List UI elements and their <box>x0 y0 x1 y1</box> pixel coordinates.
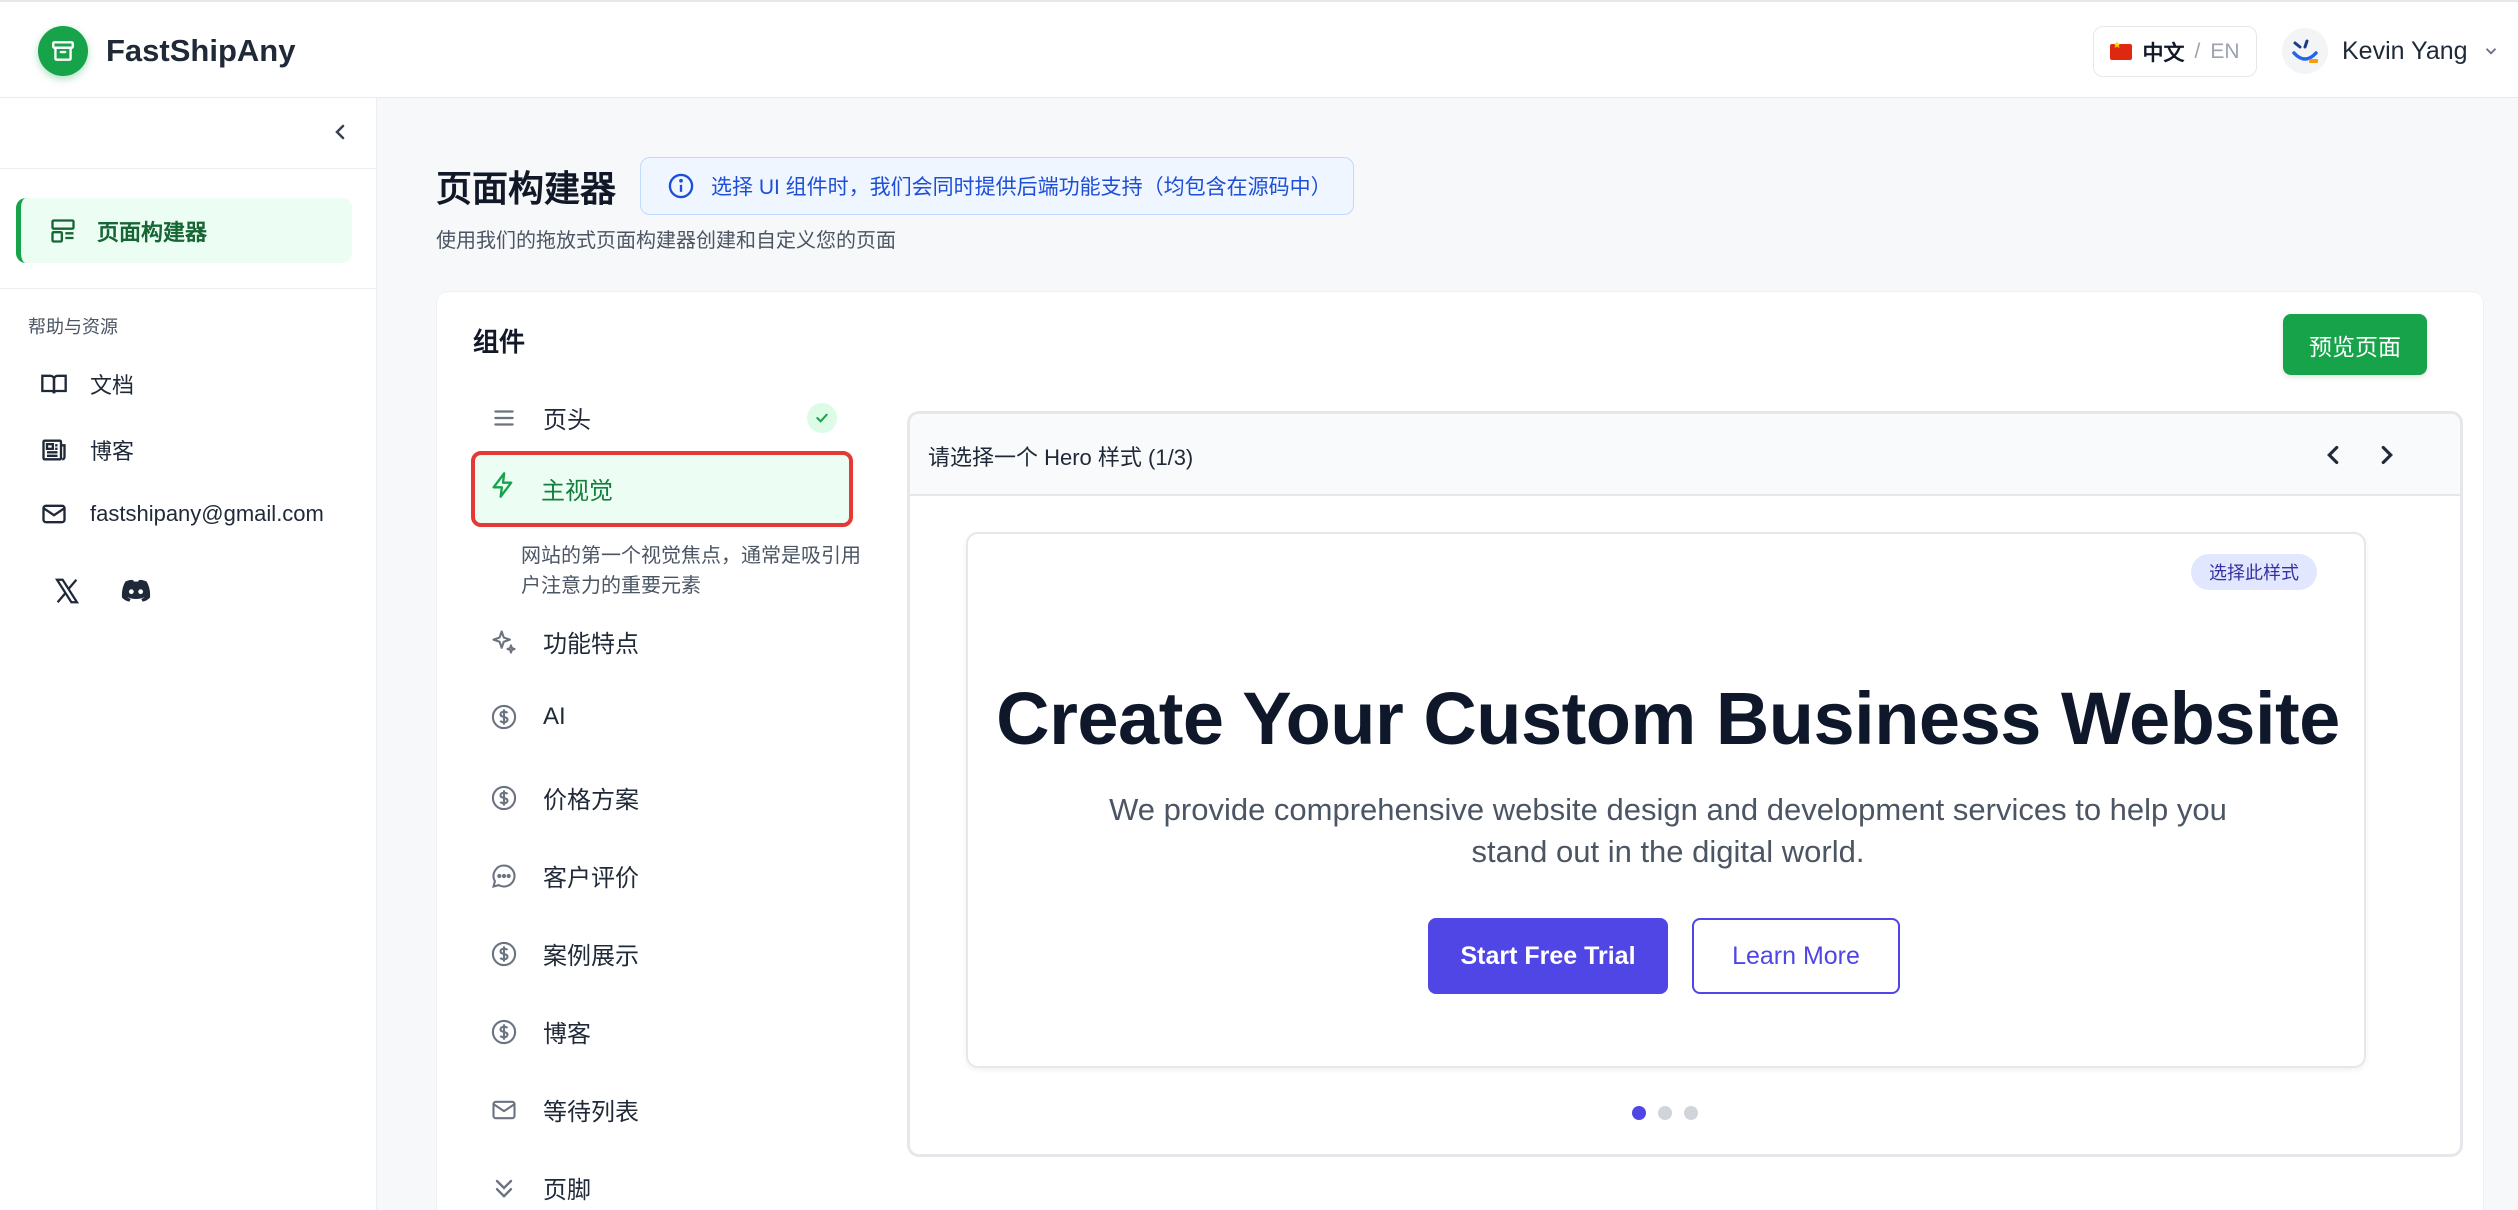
layout-icon <box>51 218 75 243</box>
component-label: 价格方案 <box>543 787 639 814</box>
component-label: 主视觉 <box>541 478 613 505</box>
sidebar-link-docs[interactable]: 文档 <box>40 368 134 400</box>
menu-icon <box>489 403 519 433</box>
hero-preview[interactable]: 选择此样式 Create Your Custom Business Websit… <box>966 532 2366 1068</box>
app-name: FastShipAny <box>106 33 296 68</box>
current-language: 中文 <box>2142 41 2185 65</box>
app-logo[interactable]: FastShipAny <box>38 26 295 76</box>
sidebar-divider <box>0 288 377 289</box>
components-title: 组件 <box>473 327 526 357</box>
start-free-trial-button[interactable]: Start Free Trial <box>1428 918 1668 994</box>
sidebar-link-label: fastshipany@gmail.com <box>90 501 324 526</box>
component-label: 页脚 <box>543 1177 591 1204</box>
sidebar-link-blog[interactable]: 博客 <box>40 434 134 466</box>
component-label: 等待列表 <box>543 1099 639 1126</box>
hero-title: Create Your Custom Business Website <box>996 677 2340 760</box>
dollar-circle-icon <box>489 1017 519 1047</box>
slide-indicators <box>1632 1106 1698 1120</box>
component-item-showcase[interactable]: 案例展示 <box>489 936 639 971</box>
sidebar: 页面构建器 帮助与资源 文档 博客 fastshipany@gmail.com <box>0 98 377 1210</box>
dollar-circle-icon <box>489 783 519 813</box>
component-item-features[interactable]: 功能特点 <box>489 624 639 659</box>
chevron-right-icon[interactable] <box>2372 440 2402 470</box>
sidebar-item-label: 页面构建器 <box>97 219 208 245</box>
dollar-circle-icon <box>489 939 519 969</box>
mail-icon <box>489 1095 519 1125</box>
viewer-header: 请选择一个 Hero 样式 (1/3) <box>910 414 2460 496</box>
language-switcher[interactable]: 中文 / EN <box>2093 26 2257 77</box>
user-menu[interactable]: Kevin Yang <box>2282 28 2500 74</box>
viewer-label: 请选择一个 Hero 样式 (1/3) <box>928 445 1194 470</box>
mail-icon <box>42 504 66 524</box>
component-label: 客户评价 <box>543 865 639 892</box>
component-item-pricing[interactable]: 价格方案 <box>489 780 639 815</box>
archive-box-icon <box>38 26 88 76</box>
preview-page-button[interactable]: 预览页面 <box>2283 314 2427 375</box>
component-item-waitlist[interactable]: 等待列表 <box>489 1092 639 1127</box>
book-icon <box>41 374 67 394</box>
chevron-down-icon <box>2485 48 2496 55</box>
slide-dot[interactable] <box>1684 1106 1698 1120</box>
info-banner: 选择 UI 组件时，我们会同时提供后端功能支持（均包含在源码中） <box>640 157 1354 215</box>
language-separator: / <box>2194 39 2201 63</box>
sparkles-icon <box>489 627 519 657</box>
component-item-hero[interactable]: 主视觉 <box>471 451 853 527</box>
component-label: 案例展示 <box>543 943 639 970</box>
slide-dot[interactable] <box>1658 1106 1672 1120</box>
sidebar-section-title: 帮助与资源 <box>28 317 118 337</box>
components-card: 组件 预览页面 页头 主视觉 网站的第一个视觉焦点，通常是吸引用户注意力的重要元… <box>436 291 2484 1210</box>
top-header: FastShipAny 中文 / EN Kevin Yang <box>0 0 2518 98</box>
slide-dot[interactable] <box>1632 1106 1646 1120</box>
component-item-header[interactable]: 页头 <box>489 400 591 435</box>
china-flag-icon <box>2110 40 2133 60</box>
component-item-testimonials[interactable]: 客户评价 <box>489 858 639 893</box>
sidebar-divider <box>0 168 377 169</box>
learn-more-button[interactable]: Learn More <box>1692 918 1900 994</box>
select-style-badge[interactable]: 选择此样式 <box>2191 554 2317 590</box>
sidebar-item-page-builder[interactable]: 页面构建器 <box>16 198 352 263</box>
info-banner-text: 选择 UI 组件时，我们会同时提供后端功能支持（均包含在源码中） <box>711 176 1332 199</box>
info-icon <box>668 173 694 199</box>
x-icon[interactable] <box>52 576 82 606</box>
chevron-left-icon[interactable] <box>2318 440 2348 470</box>
hero-subtitle: We provide comprehensive website design … <box>1109 792 2227 869</box>
dollar-circle-icon <box>489 702 519 732</box>
page-title: 页面构建器 <box>436 168 617 209</box>
sidebar-link-label: 博客 <box>90 439 135 464</box>
component-label: 功能特点 <box>543 631 639 658</box>
chevron-left-icon[interactable] <box>328 120 352 144</box>
hero-style-viewer: 请选择一个 Hero 样式 (1/3) 选择此样式 Create Your Cu… <box>907 411 2463 1157</box>
sidebar-link-label: 文档 <box>90 373 135 398</box>
component-item-blog[interactable]: 博客 <box>489 1014 591 1049</box>
component-label: 博客 <box>543 1021 591 1048</box>
user-name: Kevin Yang <box>2342 36 2468 65</box>
component-item-footer[interactable]: 页脚 <box>489 1170 591 1205</box>
component-label: 页头 <box>543 407 591 434</box>
alternate-language: EN <box>2210 39 2240 63</box>
discord-icon[interactable] <box>120 576 152 606</box>
component-label: AI <box>543 703 566 730</box>
avatar <box>2282 28 2328 74</box>
sidebar-link-email[interactable]: fastshipany@gmail.com <box>40 500 324 528</box>
component-item-ai[interactable]: AI <box>489 702 566 732</box>
page-subtitle: 使用我们的拖放式页面构建器创建和自定义您的页面 <box>436 230 896 252</box>
newspaper-icon <box>42 439 66 461</box>
check-icon <box>807 403 837 433</box>
component-description: 网站的第一个视觉焦点，通常是吸引用户注意力的重要元素 <box>521 545 861 597</box>
chevrons-down-icon <box>489 1173 519 1203</box>
chat-bubble-icon <box>489 861 519 891</box>
lightning-icon <box>489 471 517 506</box>
social-links <box>52 576 152 606</box>
